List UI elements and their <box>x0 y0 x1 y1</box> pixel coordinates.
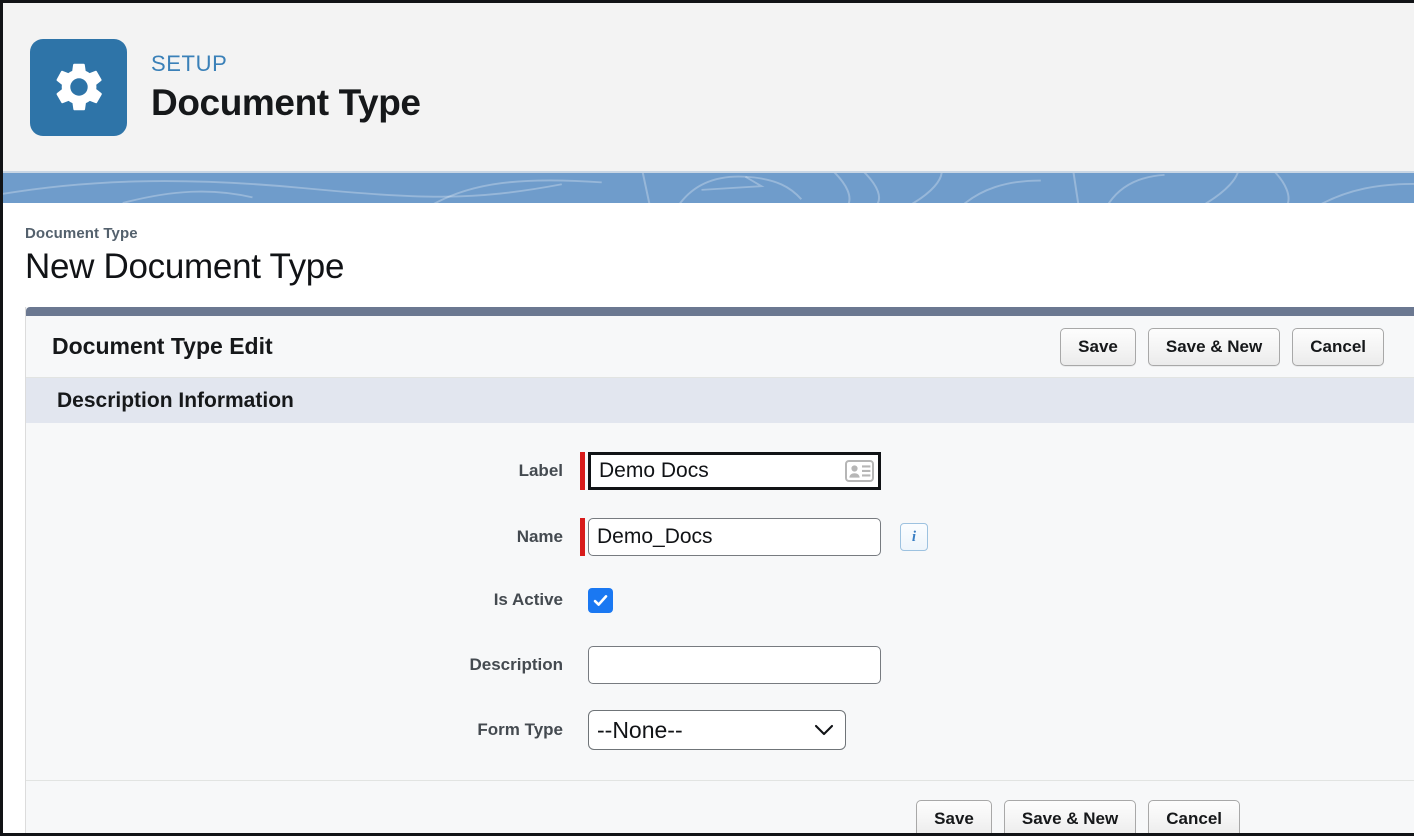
setup-eyebrow: SETUP <box>151 51 228 76</box>
save-button-top[interactable]: Save <box>1060 327 1136 366</box>
card-accent-bar <box>26 307 1414 316</box>
required-indicator-spacer-active <box>580 581 585 619</box>
setup-title: Document Type <box>151 82 421 123</box>
form-row-description: Description <box>26 639 1414 691</box>
decorative-banner <box>3 171 1414 203</box>
breadcrumb[interactable]: Document Type <box>25 225 1414 242</box>
page-title: New Document Type <box>25 247 345 286</box>
page-head: Document Type New Document Type <box>3 203 1414 307</box>
bottom-button-row: Save Save & New Cancel <box>916 799 1240 833</box>
label-field-control <box>580 452 881 490</box>
is-active-checkbox[interactable] <box>588 587 613 613</box>
label-input[interactable] <box>588 452 881 490</box>
required-indicator-label <box>580 452 585 490</box>
card-title-row: Document Type Edit Save Save & New Cance… <box>26 316 1414 378</box>
card-title: Document Type Edit <box>52 333 273 359</box>
name-field-label: Name <box>516 527 563 546</box>
description-information-band: Description Information <box>26 378 1414 423</box>
form-type-select-wrap: --None-- <box>588 710 846 750</box>
setup-header: SETUP Document Type <box>3 3 1414 171</box>
label-field-label: Label <box>518 461 563 480</box>
section-title: Description Information <box>57 388 294 412</box>
form-type-field-label: Form Type <box>477 720 563 739</box>
form-body: Label Demo Docs Name Demo_Docs i Is Acti… <box>26 423 1414 780</box>
top-button-row: Save Save & New Cancel <box>1060 327 1384 366</box>
contact-card-icon[interactable] <box>845 460 874 482</box>
cancel-button-top[interactable]: Cancel <box>1292 327 1384 366</box>
form-row-label: Label <box>26 445 1414 497</box>
save-and-new-button-top[interactable]: Save & New <box>1147 327 1281 366</box>
form-row-name: Name i <box>26 511 1414 563</box>
setup-gear-icon <box>30 38 127 136</box>
label-input-wrap <box>588 452 881 490</box>
info-icon[interactable]: i <box>900 523 928 551</box>
save-button-bottom[interactable]: Save <box>916 799 992 833</box>
form-row-form-type: Form Type --None-- <box>26 704 1414 756</box>
required-indicator-spacer-form-type <box>580 711 585 749</box>
cancel-button-bottom[interactable]: Cancel <box>1148 799 1240 833</box>
is-active-field-control <box>580 581 613 619</box>
required-indicator-spacer-description <box>580 646 585 684</box>
name-field-control: i <box>580 518 928 556</box>
document-type-edit-card: Document Type Edit Save Save & New Cance… <box>25 307 1414 833</box>
form-row-is-active: Is Active <box>26 574 1414 626</box>
form-type-select[interactable]: --None-- <box>588 710 846 750</box>
setup-header-text: SETUP Document Type <box>151 51 421 123</box>
save-and-new-button-bottom[interactable]: Save & New <box>1003 799 1137 833</box>
required-indicator-name <box>580 518 585 556</box>
is-active-field-label: Is Active <box>493 590 563 609</box>
name-input[interactable] <box>588 518 881 556</box>
form-type-field-control: --None-- <box>580 710 846 750</box>
description-input[interactable] <box>588 646 881 684</box>
description-field-control <box>580 646 881 684</box>
description-field-label: Description <box>469 655 563 674</box>
card-footer: Save Save & New Cancel <box>26 780 1414 833</box>
setup-page: SETUP Document Type Document Type New Do… <box>0 0 1414 836</box>
